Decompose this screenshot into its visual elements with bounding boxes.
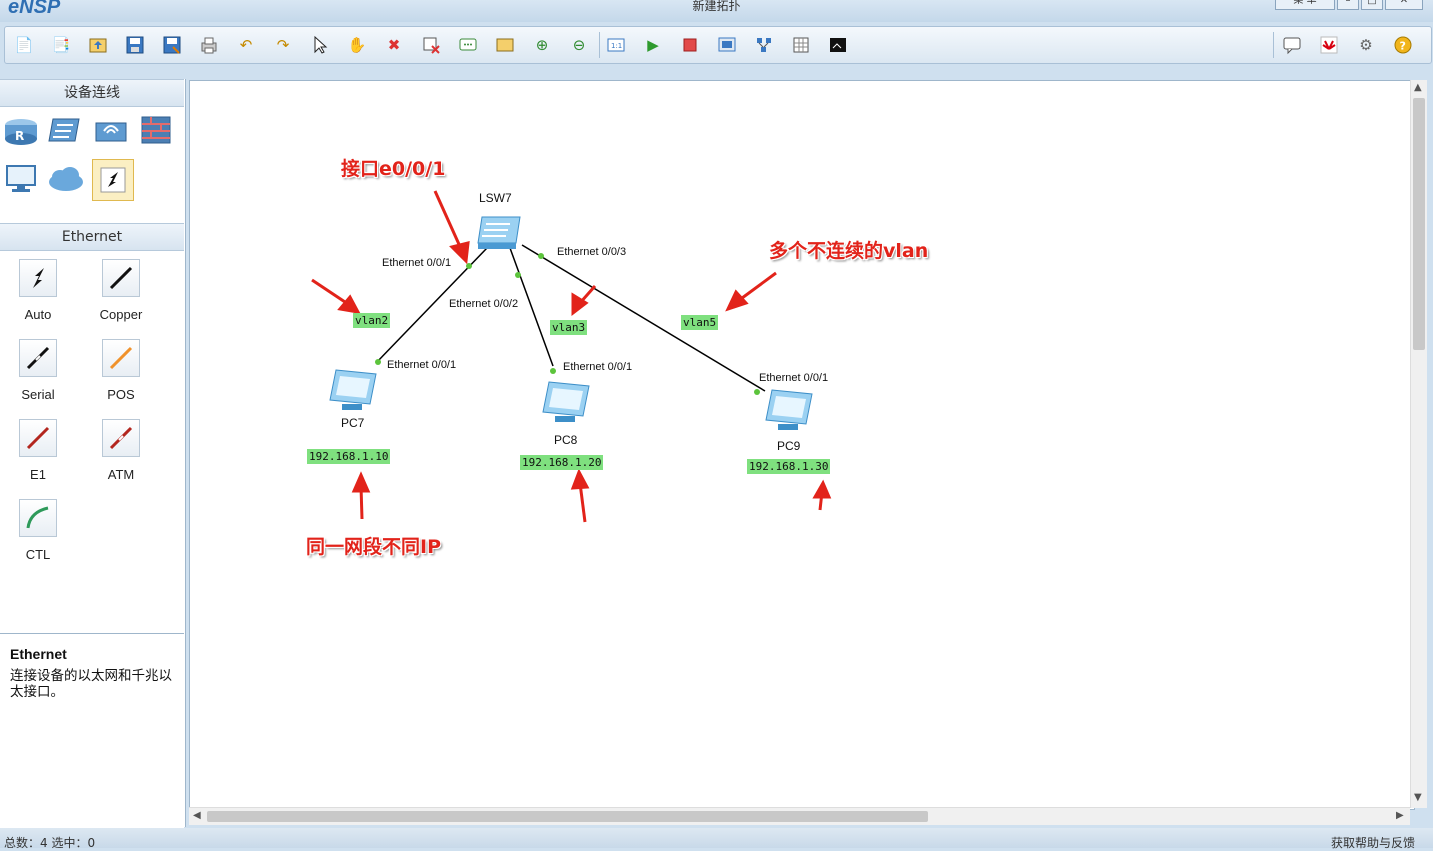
new-topology-icon[interactable]: 📄 bbox=[13, 34, 35, 56]
capture-icon[interactable] bbox=[716, 34, 738, 56]
undo-icon[interactable]: ↶ bbox=[235, 34, 257, 56]
help-icon[interactable]: ? bbox=[1392, 34, 1414, 56]
topology-canvas[interactable]: LSW7 PC7 PC8 PC9 Ethernet 0/0/1 Ethernet… bbox=[189, 80, 1415, 810]
maximize-button[interactable]: □ bbox=[1361, 0, 1383, 10]
ip-label: 192.168.1.10 bbox=[307, 449, 391, 464]
start-device-icon[interactable]: ▶ bbox=[642, 34, 664, 56]
pc-port-label: Ethernet 0/0/1 bbox=[759, 372, 829, 384]
delete-link-icon[interactable] bbox=[420, 34, 442, 56]
delete-icon[interactable]: ✖ bbox=[383, 34, 405, 56]
switch-port-label: Ethernet 0/0/1 bbox=[382, 257, 452, 269]
svg-text:R: R bbox=[15, 129, 24, 143]
cable-auto[interactable]: Auto bbox=[8, 259, 68, 322]
toolbar: 📄 📑 ↶ ↷ ✋ ✖ ⊕ ⊖ 1:1 ▶ ⚙ ? bbox=[4, 26, 1432, 64]
settings-gear-icon[interactable]: ⚙ bbox=[1355, 34, 1377, 56]
pc-icon[interactable] bbox=[1, 159, 41, 199]
select-pointer-icon[interactable] bbox=[309, 34, 331, 56]
wireless-icon[interactable] bbox=[91, 110, 131, 150]
fit-view-icon[interactable]: 1:1 bbox=[605, 34, 627, 56]
chat-icon[interactable] bbox=[1281, 34, 1303, 56]
switch-name: LSW7 bbox=[479, 191, 512, 205]
window-title: 新建拓扑 bbox=[692, 0, 741, 13]
new-example-icon[interactable]: 📑 bbox=[50, 34, 72, 56]
open-icon[interactable] bbox=[87, 34, 109, 56]
palette-icon[interactable] bbox=[494, 34, 516, 56]
cable-pos[interactable]: POS bbox=[91, 339, 151, 402]
scroll-up-icon[interactable]: ▲ bbox=[1414, 82, 1422, 93]
help-feedback-link[interactable]: 获取帮助与反馈 bbox=[1331, 834, 1415, 851]
stop-device-icon[interactable] bbox=[679, 34, 701, 56]
horizontal-scrollbar[interactable]: ◀ ▶ bbox=[189, 807, 1410, 825]
connection-icon[interactable] bbox=[92, 159, 134, 201]
description-panel: Ethernet 连接设备的以太网和千兆以太接口。 bbox=[0, 633, 184, 828]
description-text: 连接设备的以太网和千兆以太接口。 bbox=[10, 668, 172, 700]
cable-serial[interactable]: Serial bbox=[8, 339, 68, 402]
zoom-in-icon[interactable]: ⊕ bbox=[531, 34, 553, 56]
switch-lsw7-icon[interactable] bbox=[476, 211, 522, 255]
ip-label: 192.168.1.20 bbox=[520, 455, 604, 470]
cable-section-title: Ethernet bbox=[0, 223, 184, 251]
status-bar: 总数：4 选中：0 获取帮助与反馈 bbox=[0, 828, 1433, 851]
pc7-icon[interactable] bbox=[326, 364, 380, 418]
device-section-title: 设备连线 bbox=[0, 79, 184, 107]
router-icon[interactable]: R bbox=[1, 110, 41, 150]
multi-vlan-annotation: 多个不连续的vlan bbox=[769, 240, 929, 262]
close-button[interactable]: ✕ bbox=[1385, 0, 1423, 10]
cable-e1[interactable]: E1 bbox=[8, 419, 68, 482]
description-title: Ethernet bbox=[10, 646, 67, 662]
save-as-icon[interactable] bbox=[161, 34, 183, 56]
menu-button[interactable]: 菜 单 bbox=[1275, 0, 1335, 10]
topology-icon[interactable] bbox=[753, 34, 775, 56]
scroll-down-icon[interactable]: ▼ bbox=[1414, 792, 1422, 803]
status-count: 总数：4 选中：0 bbox=[4, 836, 96, 850]
cable-copper[interactable]: Copper bbox=[91, 259, 151, 322]
cloud-icon[interactable] bbox=[46, 159, 86, 199]
link-pc9[interactable] bbox=[521, 244, 766, 392]
save-icon[interactable] bbox=[124, 34, 146, 56]
pc9-icon[interactable] bbox=[762, 384, 816, 438]
switch-icon[interactable] bbox=[46, 110, 86, 150]
text-note-icon[interactable] bbox=[457, 34, 479, 56]
ip-label: 192.168.1.30 bbox=[747, 459, 831, 474]
switch-port-label: Ethernet 0/0/3 bbox=[557, 246, 627, 258]
switch-port-label: Ethernet 0/0/2 bbox=[449, 298, 519, 310]
cable-ctl[interactable]: CTL bbox=[8, 499, 68, 562]
vlan-label: vlan5 bbox=[681, 315, 719, 330]
firewall-icon[interactable] bbox=[136, 110, 176, 150]
pc8-name: PC8 bbox=[554, 433, 578, 447]
pc-port-label: Ethernet 0/0/1 bbox=[563, 361, 633, 373]
vlan-label: vlan3 bbox=[550, 320, 588, 335]
pc7-name: PC7 bbox=[341, 416, 365, 430]
scroll-left-icon[interactable]: ◀ bbox=[193, 810, 201, 821]
grid-icon[interactable] bbox=[790, 34, 812, 56]
vertical-scroll-thumb[interactable] bbox=[1413, 98, 1425, 350]
pc9-name: PC9 bbox=[777, 439, 801, 453]
vertical-scrollbar[interactable]: ▲ ▼ bbox=[1410, 80, 1427, 808]
pc-port-label: Ethernet 0/0/1 bbox=[387, 359, 457, 371]
title-bar: eNSP 新建拓扑 菜 单 – □ ✕ bbox=[0, 0, 1433, 22]
horizontal-scroll-thumb[interactable] bbox=[207, 811, 928, 822]
interface-annotation: 接口e0/0/1 bbox=[341, 158, 446, 180]
terminal-icon[interactable] bbox=[827, 34, 849, 56]
zoom-out-icon[interactable]: ⊖ bbox=[568, 34, 590, 56]
pc8-icon[interactable] bbox=[539, 376, 593, 430]
huawei-logo-icon[interactable] bbox=[1318, 34, 1340, 56]
svg-text:1:1: 1:1 bbox=[611, 42, 622, 50]
vlan-label: vlan2 bbox=[353, 313, 391, 328]
same-subnet-annotation: 同一网段不同IP bbox=[306, 536, 441, 558]
pan-hand-icon[interactable]: ✋ bbox=[346, 34, 368, 56]
cable-atm[interactable]: ATM bbox=[91, 419, 151, 482]
svg-text:?: ? bbox=[1400, 40, 1406, 53]
minimize-button[interactable]: – bbox=[1337, 0, 1359, 10]
redo-icon[interactable]: ↷ bbox=[272, 34, 294, 56]
print-icon[interactable] bbox=[198, 34, 220, 56]
scroll-right-icon[interactable]: ▶ bbox=[1396, 810, 1404, 821]
